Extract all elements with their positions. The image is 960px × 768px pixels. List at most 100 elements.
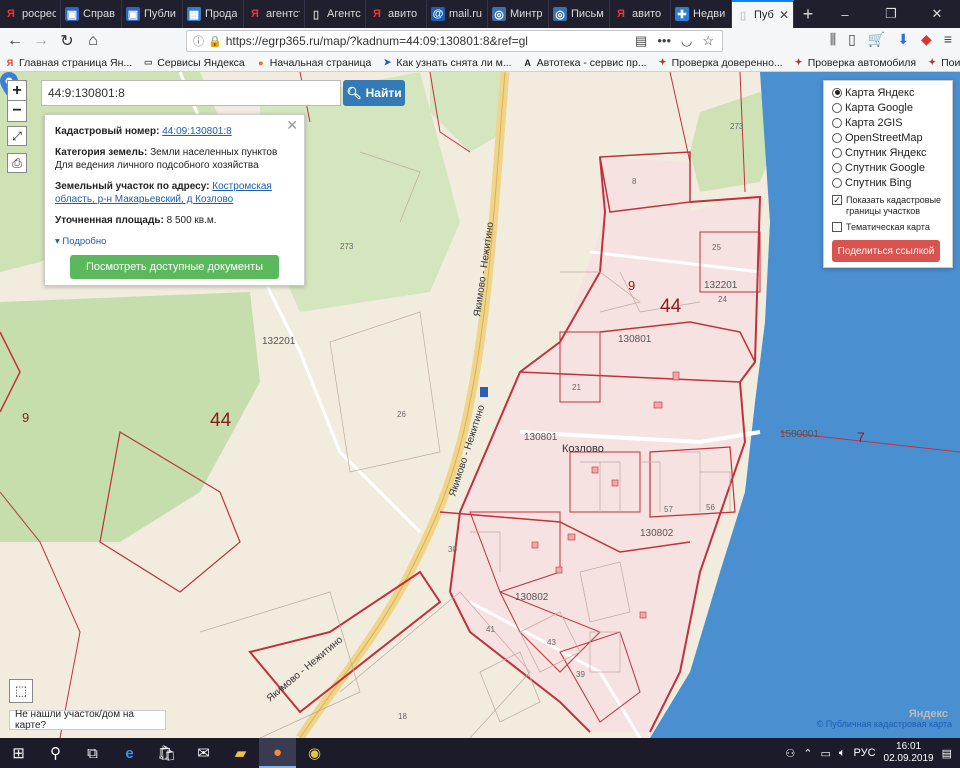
layer-option[interactable]: Карта Google bbox=[832, 100, 944, 115]
district-label: 44 bbox=[210, 410, 232, 431]
layer-radio[interactable] bbox=[832, 177, 842, 188]
show-borders-option[interactable]: ✓ Показать кадастровые границы участков bbox=[832, 195, 944, 217]
fullscreen-icon[interactable]: ⤢ bbox=[7, 126, 27, 146]
browser-tab[interactable]: ✚ Недви bbox=[671, 0, 732, 28]
pocket-icon[interactable]: ◡ bbox=[681, 33, 692, 49]
firefox-icon[interactable]: ● bbox=[259, 738, 296, 768]
mail-icon[interactable]: ✉ bbox=[185, 738, 222, 768]
new-tab-button[interactable]: + bbox=[794, 0, 822, 28]
thematic-map-option[interactable]: Тематическая карта bbox=[832, 222, 944, 233]
layer-radio[interactable] bbox=[832, 102, 842, 113]
address-bar[interactable]: ⓘ 🔒 https://egrp365.ru/map/?kadnum=44:09… bbox=[186, 30, 723, 52]
reload-button[interactable]: ↻ bbox=[54, 28, 80, 54]
layer-option[interactable]: Карта 2GIS bbox=[832, 115, 944, 130]
chrome-icon[interactable]: ◉ bbox=[296, 738, 333, 768]
bookmark-item[interactable]: ▭ Сервисы Яндекса bbox=[142, 57, 245, 69]
forward-button[interactable]: → bbox=[28, 28, 54, 54]
explorer-icon[interactable]: ▰ bbox=[222, 738, 259, 768]
store-icon[interactable]: 🛍 bbox=[148, 738, 185, 768]
select-area-icon[interactable]: ⬚ bbox=[9, 679, 33, 703]
layer-radio[interactable] bbox=[832, 162, 842, 173]
zoom-out-button[interactable]: − bbox=[8, 101, 26, 121]
show-borders-label: Показать кадастровые границы участков bbox=[846, 195, 942, 216]
bookmark-item[interactable]: ✦ Проверка доверенно... bbox=[657, 57, 783, 69]
layer-option[interactable]: Карта Яндекс bbox=[832, 85, 944, 100]
close-tab-icon[interactable]: ✕ bbox=[779, 8, 789, 22]
thematic-map-checkbox[interactable] bbox=[832, 222, 842, 232]
bookmark-item[interactable]: ● Начальная страница bbox=[255, 57, 371, 69]
reader-view-icon[interactable]: ▤ bbox=[635, 33, 647, 49]
close-window-icon[interactable]: ✕ bbox=[914, 0, 960, 28]
start-icon[interactable]: ⊞ bbox=[0, 738, 37, 768]
page-actions-icon[interactable]: ••• bbox=[657, 33, 671, 49]
language-indicator[interactable]: РУС bbox=[854, 747, 876, 759]
search-icon[interactable]: ⚲ bbox=[37, 738, 74, 768]
layer-option[interactable]: OpenStreetMap bbox=[832, 130, 944, 145]
people-icon[interactable]: ⚇ bbox=[785, 747, 795, 760]
browser-tab[interactable]: ▣ Справ bbox=[61, 0, 122, 28]
show-borders-checkbox[interactable]: ✓ bbox=[832, 195, 842, 205]
print-icon[interactable]: ⎙ bbox=[7, 153, 27, 173]
layer-radio[interactable] bbox=[832, 147, 842, 158]
browser-tab[interactable]: @ mail.ru bbox=[427, 0, 488, 28]
not-found-link[interactable]: Не нашли участок/дом на карте? bbox=[9, 709, 166, 731]
network-icon[interactable]: ▭ bbox=[820, 747, 830, 760]
zoom-in-button[interactable]: + bbox=[8, 81, 26, 101]
bookmark-item[interactable]: ➤ Как узнать снята ли м... bbox=[381, 57, 512, 69]
browser-tab[interactable]: ▯ Агентство bbox=[305, 0, 366, 28]
browser-tab[interactable]: Яагентст bbox=[244, 0, 305, 28]
menu-icon[interactable]: ≡ bbox=[944, 31, 952, 48]
layer-label: OpenStreetMap bbox=[845, 131, 923, 144]
show-hidden-icon[interactable]: ⌃ bbox=[803, 747, 812, 760]
close-icon[interactable]: ✕ bbox=[286, 118, 298, 132]
library-icon[interactable]: ⫼ bbox=[830, 31, 836, 48]
yandex-icon: Я bbox=[373, 8, 381, 20]
bookmark-item[interactable]: ✦ Поиск залога на маш... bbox=[926, 57, 960, 69]
area-label: Уточненная площадь: bbox=[55, 215, 164, 226]
details-toggle[interactable]: ▾ Подробно bbox=[55, 235, 294, 248]
view-documents-button[interactable]: Посмотреть доступные документы bbox=[70, 255, 279, 279]
cadastral-search-input[interactable]: 44:9:130801:8 bbox=[41, 80, 341, 106]
browser-tab[interactable]: ▣ Публи bbox=[122, 0, 183, 28]
volume-icon[interactable]: 🔈︎ bbox=[839, 747, 846, 760]
browser-tab[interactable]: ◎ Письм bbox=[549, 0, 610, 28]
browser-tab[interactable]: Яросрес bbox=[0, 0, 61, 28]
browser-tab[interactable]: Яавито bbox=[366, 0, 427, 28]
minimize-icon[interactable]: – bbox=[822, 0, 868, 28]
browser-tab[interactable]: ▯ Пуб ✕ bbox=[732, 0, 794, 28]
browser-tab[interactable]: ◎ Минтр bbox=[488, 0, 549, 28]
info-icon[interactable]: ⓘ bbox=[193, 33, 204, 49]
layer-radio[interactable] bbox=[832, 87, 842, 98]
find-button[interactable]: 🔍︎ Найти bbox=[343, 80, 405, 106]
district-label: 7 bbox=[857, 429, 865, 445]
layer-label: Спутник Яндекс bbox=[845, 146, 927, 159]
star-icon[interactable]: ☆ bbox=[702, 33, 714, 49]
browser-tab[interactable]: ▦ Прода bbox=[183, 0, 244, 28]
layer-option[interactable]: Спутник Google bbox=[832, 160, 944, 175]
browser-tab[interactable]: Яавито bbox=[610, 0, 671, 28]
notifications-icon[interactable]: ▤ bbox=[942, 747, 952, 760]
bookmark-item[interactable]: Я Главная страница Ян... bbox=[4, 57, 132, 69]
cadastral-map[interactable]: Якимово - Нежитино Якимово - Нежитино Як… bbox=[0, 72, 960, 738]
bookmark-item[interactable]: A Автотека - сервис пр... bbox=[522, 57, 646, 69]
home-button[interactable]: ⌂ bbox=[80, 28, 106, 54]
cart-icon[interactable]: 🛒 bbox=[868, 31, 885, 48]
layer-option[interactable]: Спутник Bing bbox=[832, 175, 944, 190]
maximize-icon[interactable]: ❐ bbox=[868, 0, 914, 28]
parcel-label: 43 bbox=[547, 638, 556, 647]
extension-icon[interactable]: ⬇ bbox=[897, 31, 909, 48]
copyright-link[interactable]: © Публичная кадастровая карта bbox=[817, 719, 952, 729]
layer-radio[interactable] bbox=[832, 117, 842, 128]
share-link-button[interactable]: Поделиться ссылкой bbox=[832, 240, 940, 262]
extension-red-icon[interactable]: ◆ bbox=[921, 31, 932, 48]
cadastral-number-link[interactable]: 44:09:130801:8 bbox=[162, 126, 232, 137]
village-label: Козлово bbox=[562, 443, 604, 455]
edge-icon[interactable]: e bbox=[111, 738, 148, 768]
sidebar-icon[interactable]: ▯ bbox=[848, 31, 856, 48]
clock[interactable]: 16:01 02.09.2019 bbox=[884, 741, 934, 765]
bookmark-item[interactable]: ✦ Проверка автомобиля bbox=[793, 57, 916, 69]
task-view-icon[interactable]: ⧉ bbox=[74, 738, 111, 768]
back-button[interactable]: ← bbox=[2, 28, 28, 54]
layer-radio[interactable] bbox=[832, 132, 842, 143]
layer-option[interactable]: Спутник Яндекс bbox=[832, 145, 944, 160]
